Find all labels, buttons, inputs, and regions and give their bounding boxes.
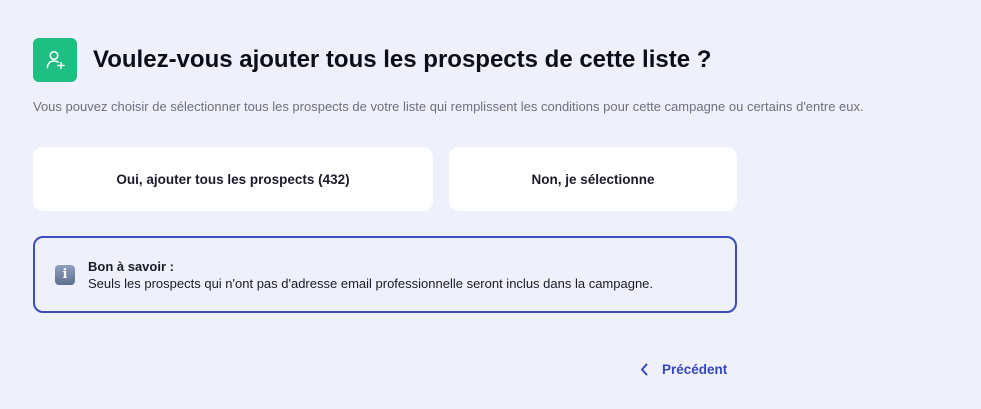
previous-label: Précédent [662,362,728,377]
add-prospects-dialog: Voulez-vous ajouter tous les prospects d… [0,0,981,409]
user-add-icon [33,38,77,82]
info-icon: i [55,264,75,285]
page-title: Voulez-vous ajouter tous les prospects d… [93,46,712,73]
previous-button[interactable]: Précédent [640,362,727,377]
chevron-left-icon [640,363,649,376]
info-title: Bon à savoir : [88,258,174,274]
select-prospects-button[interactable]: Non, je sélectionne [449,147,737,211]
info-box: i Bon à savoir : Seuls les prospects qui… [33,236,737,313]
page-subtitle: Vous pouvez choisir de sélectionner tous… [33,99,864,114]
info-text: Bon à savoir : Seuls les prospects qui n… [88,258,653,292]
add-all-prospects-button[interactable]: Oui, ajouter tous les prospects (432) [33,147,433,211]
info-message: Seuls les prospects qui n'ont pas d'adre… [88,275,654,291]
header: Voulez-vous ajouter tous les prospects d… [33,38,711,82]
